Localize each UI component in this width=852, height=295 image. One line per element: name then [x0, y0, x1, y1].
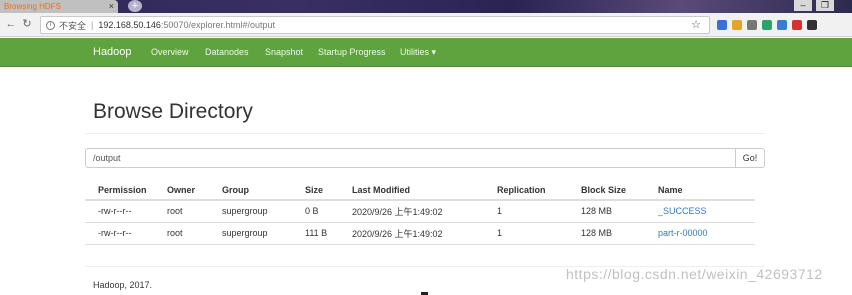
- extension-icon[interactable]: [747, 20, 757, 30]
- cell-group: supergroup: [222, 222, 305, 245]
- table-header-row: Permission Owner Group Size Last Modifie…: [85, 180, 755, 201]
- nav-overview[interactable]: Overview: [151, 47, 189, 57]
- cell-size: 0 B: [305, 200, 352, 223]
- browser-tab[interactable]: Browsing HDFS ×: [0, 0, 118, 13]
- browser-toolbar: ← ↻ i 不安全 | 192.168.50.146:50070/explore…: [0, 13, 852, 37]
- cell-owner: root: [167, 200, 222, 223]
- file-name-link[interactable]: part-r-00000: [658, 222, 755, 245]
- nav-snapshot[interactable]: Snapshot: [265, 47, 303, 57]
- column-header-replication[interactable]: Replication: [497, 180, 581, 201]
- minimize-button[interactable]: –: [794, 0, 812, 11]
- extension-icon[interactable]: [717, 20, 727, 30]
- new-tab-button[interactable]: +: [128, 0, 142, 12]
- column-header-block-size[interactable]: Block Size: [581, 180, 658, 201]
- cell-replication: 1: [497, 200, 581, 223]
- cell-owner: root: [167, 222, 222, 245]
- column-header-owner[interactable]: Owner: [167, 180, 222, 201]
- cell-permission: -rw-r--r--: [85, 222, 167, 245]
- cell-last-modified: 2020/9/26 上午1:49:02: [352, 200, 497, 223]
- browser-titlebar: Browsing HDFS × + – ❐: [0, 0, 852, 13]
- security-label: 不安全: [59, 20, 87, 31]
- cell-size: 111 B: [305, 222, 352, 245]
- extension-icon[interactable]: [777, 20, 787, 30]
- file-table: Permission Owner Group Size Last Modifie…: [85, 180, 755, 245]
- back-icon[interactable]: ←: [4, 17, 18, 31]
- tab-title: Browsing HDFS: [4, 2, 61, 11]
- info-icon[interactable]: i: [46, 20, 55, 30]
- file-name-link[interactable]: _SUCCESS: [658, 200, 755, 223]
- column-header-last-modified[interactable]: Last Modified: [352, 180, 497, 201]
- cell-block-size: 128 MB: [581, 222, 658, 245]
- reload-icon[interactable]: ↻: [20, 17, 34, 31]
- url-host: 192.168.50.146: [98, 20, 161, 30]
- column-header-group[interactable]: Group: [222, 180, 305, 201]
- title-divider: [85, 133, 765, 134]
- nav-datanodes[interactable]: Datanodes: [205, 47, 249, 57]
- table-row: -rw-r--r-- root supergroup 0 B 2020/9/26…: [85, 200, 755, 223]
- column-header-size[interactable]: Size: [305, 180, 352, 201]
- nav-startup-progress[interactable]: Startup Progress: [318, 47, 386, 57]
- hadoop-navbar: Hadoop Overview Datanodes Snapshot Start…: [0, 38, 852, 67]
- page-title: Browse Directory: [93, 100, 253, 123]
- url-path: :50070/explorer.html#/output: [160, 20, 275, 30]
- address-bar[interactable]: i 不安全 | 192.168.50.146:50070/explorer.ht…: [40, 16, 710, 34]
- tab-close-icon[interactable]: ×: [109, 1, 114, 12]
- address-separator: |: [91, 20, 94, 30]
- footer-text: Hadoop, 2017.: [93, 280, 153, 290]
- go-button[interactable]: Go!: [735, 148, 765, 168]
- watermark: https://blog.csdn.net/weixin_42693712: [566, 266, 823, 282]
- restore-button[interactable]: ❐: [816, 0, 834, 11]
- cell-replication: 1: [497, 222, 581, 245]
- directory-path-input[interactable]: /output: [85, 148, 736, 168]
- column-header-name[interactable]: Name: [658, 180, 755, 201]
- cell-block-size: 128 MB: [581, 200, 658, 223]
- table-row: -rw-r--r-- root supergroup 111 B 2020/9/…: [85, 222, 755, 245]
- cell-group: supergroup: [222, 200, 305, 223]
- bookmark-star-icon[interactable]: ☆: [691, 18, 701, 31]
- extension-icon[interactable]: [792, 20, 802, 30]
- extension-icon[interactable]: [762, 20, 772, 30]
- nav-utilities[interactable]: Utilities ▾: [400, 47, 436, 58]
- column-header-permission[interactable]: Permission: [85, 180, 167, 201]
- cell-permission: -rw-r--r--: [85, 200, 167, 223]
- brand-logo[interactable]: Hadoop: [93, 46, 132, 58]
- cell-last-modified: 2020/9/26 上午1:49:02: [352, 222, 497, 245]
- url-text[interactable]: 192.168.50.146:50070/explorer.html#/outp…: [98, 20, 275, 30]
- extension-icon[interactable]: [732, 20, 742, 30]
- extension-icon[interactable]: [807, 20, 817, 30]
